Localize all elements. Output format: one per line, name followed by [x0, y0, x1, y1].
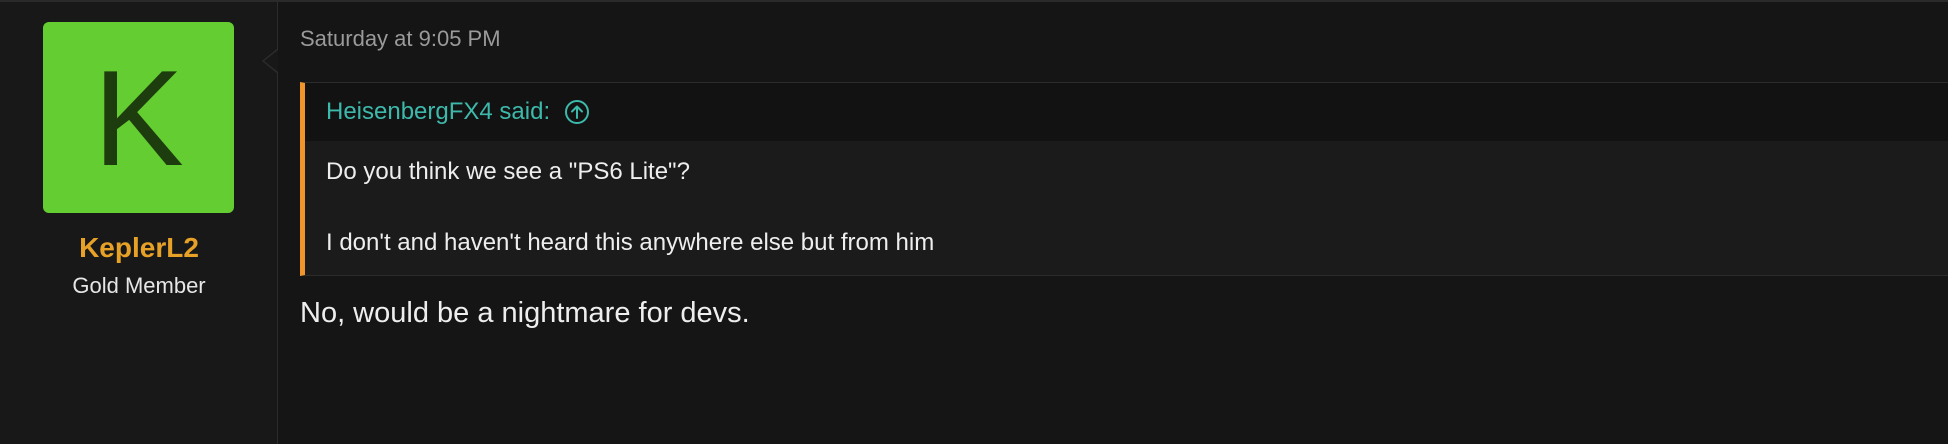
avatar[interactable]: K — [43, 22, 234, 213]
forum-post: K KeplerL2 Gold Member Saturday at 9:05 … — [0, 0, 1948, 444]
post-timestamp[interactable]: Saturday at 9:05 PM — [300, 26, 501, 52]
quote-text-line: Do you think we see a "PS6 Lite"? — [326, 158, 690, 185]
post-pointer-arrow-inner — [264, 50, 278, 72]
username-link[interactable]: KeplerL2 — [0, 232, 278, 264]
arrow-up-circle-icon[interactable] — [564, 99, 590, 125]
user-title: Gold Member — [72, 273, 206, 298]
quote-block: HeisenbergFX4 said: Do you think we see … — [300, 82, 1948, 276]
quote-header: HeisenbergFX4 said: — [305, 83, 1948, 141]
user-info-panel: K KeplerL2 Gold Member — [0, 2, 278, 444]
quote-text-line: I don't and haven't heard this anywhere … — [326, 229, 935, 256]
post-message: No, would be a nightmare for devs. — [300, 297, 750, 329]
quote-author-link[interactable]: HeisenbergFX4 said: — [326, 98, 550, 126]
